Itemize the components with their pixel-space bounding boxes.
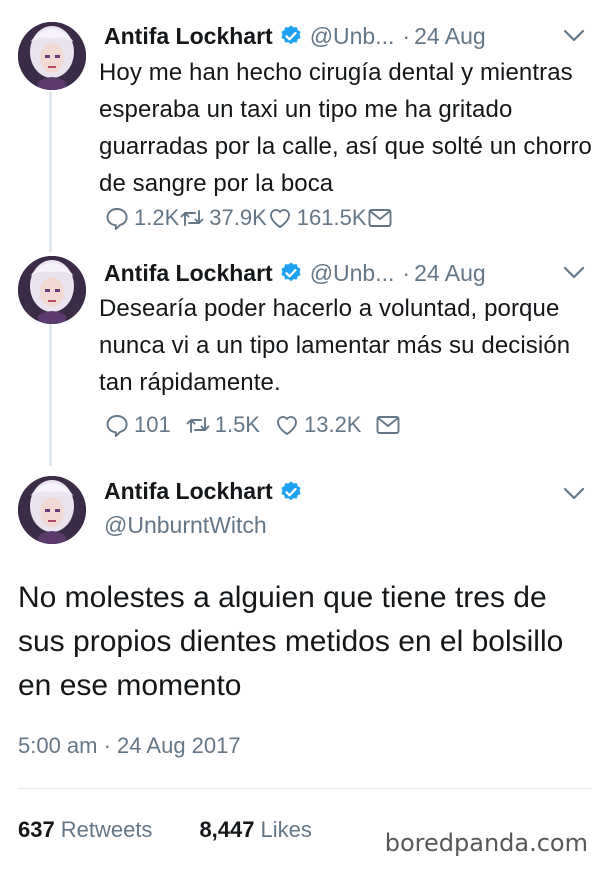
chevron-down-icon[interactable] [561,481,587,507]
separator: · [402,22,411,49]
reply-count: 1.2K [134,205,180,230]
retweet-icon [186,417,210,433]
reply-button[interactable]: 101 [104,412,171,438]
tweet-header: Antifa Lockhart @Unb... · 24 Aug [104,18,486,54]
tweet-date[interactable]: 24 Aug [414,260,486,287]
avatar-image [18,22,86,90]
retweet-count: 1.5K [214,412,260,437]
like-total: 8,447 [199,817,255,842]
reply-button[interactable]: 1.2K [104,205,179,231]
thread-line [49,318,52,466]
tweet-date[interactable]: 24 Aug [414,23,486,50]
verified-badge-icon [281,481,301,500]
avatar-image [18,256,86,324]
retweet-total: 637 [18,817,55,842]
avatar-image [18,476,86,544]
thread-line [49,92,52,252]
like-count: 13.2K [303,412,362,437]
tweet-header: Antifa Lockhart @Unb... · 24 Aug [104,255,486,291]
like-button[interactable]: 13.2K [274,412,362,438]
main-display-name-row: Antifa Lockhart [104,478,303,505]
handle[interactable]: @Unb... [310,260,395,287]
divider [18,788,591,789]
avatar[interactable] [18,22,86,90]
like-count: 161.5K [296,205,367,230]
verified-badge-icon [281,262,301,282]
chevron-down-icon[interactable] [561,260,587,286]
watermark: boredpanda.com [384,829,588,857]
retweets-stat[interactable]: 637 Retweets [18,817,152,843]
tweet-text: Hoy me han hecho cirugía dental y mientr… [99,59,592,197]
display-name[interactable]: Antifa Lockhart [104,260,273,287]
retweet-count: 37.9K [209,205,267,230]
dm-button[interactable] [367,205,393,231]
retweet-icon [180,210,204,226]
retweet-button[interactable]: 37.9K [179,205,267,231]
like-icon [269,209,290,228]
verified-badge-icon [281,25,301,45]
tweet-text: Desearía poder hacerlo a voluntad, porqu… [99,295,571,396]
retweets-label: Retweets [60,817,153,842]
dm-button[interactable] [375,412,401,438]
separator: · [402,259,411,286]
display-name[interactable]: Antifa Lockhart [104,23,273,50]
reply-icon [106,208,128,230]
retweet-button[interactable]: 1.5K [185,412,260,438]
tweet-actions: 1.2K 37.9K 161.5K [104,203,393,233]
like-icon [277,416,297,435]
tweet-actions: 101 1.5K 13.2K [104,410,401,440]
avatar[interactable] [18,256,86,324]
main-tweet-text: No molestes a alguien que tiene tres de … [18,581,564,702]
reply-count: 101 [134,412,171,437]
chevron-down-icon[interactable] [561,23,587,49]
likes-stat[interactable]: 8,447 Likes [199,817,311,843]
reply-icon [106,415,128,437]
dm-icon [368,209,391,227]
handle[interactable]: @Unb... [310,23,395,50]
avatar[interactable] [18,476,86,544]
handle[interactable]: @UnburntWitch [104,512,267,539]
display-name[interactable]: Antifa Lockhart [104,478,273,505]
timestamp[interactable]: 5:00 am · 24 Aug 2017 [18,733,241,759]
tweet-stats: 637 Retweets 8,447 Likes [18,817,312,843]
likes-label: Likes [260,817,312,842]
like-button[interactable]: 161.5K [267,205,367,231]
dm-icon [377,416,400,434]
